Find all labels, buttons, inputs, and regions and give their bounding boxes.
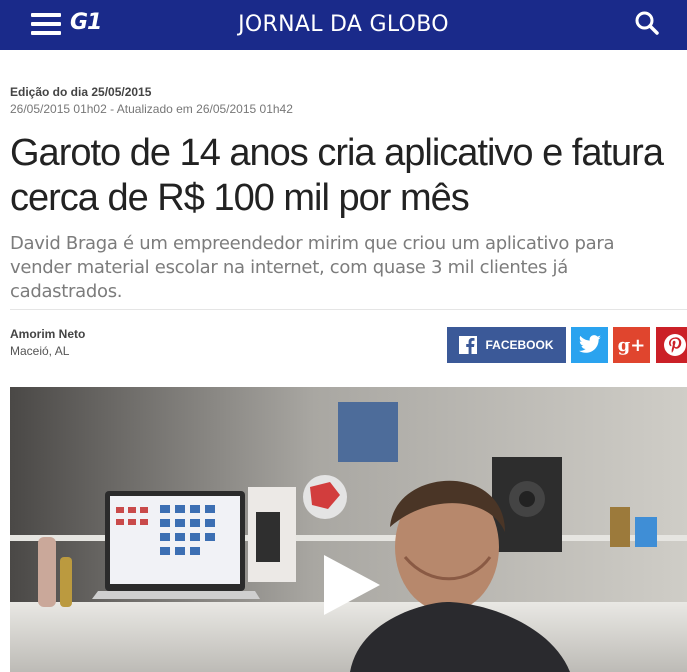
facebook-share-button[interactable]: FACEBOOK bbox=[447, 327, 566, 363]
top-bar: G1 JORNAL DA GLOBO bbox=[0, 0, 687, 50]
googleplus-icon: g+ bbox=[617, 334, 646, 356]
section-title[interactable]: JORNAL DA GLOBO bbox=[0, 12, 687, 37]
author-name: Amorim Neto bbox=[10, 327, 86, 341]
video-thumbnail bbox=[10, 387, 687, 672]
pinterest-icon bbox=[663, 334, 686, 356]
divider bbox=[10, 309, 687, 310]
googleplus-share-button[interactable]: g+ bbox=[613, 327, 650, 363]
search-icon[interactable] bbox=[634, 10, 660, 36]
video-player[interactable] bbox=[10, 387, 687, 672]
facebook-share-label: FACEBOOK bbox=[485, 338, 554, 352]
article-subtitle: David Braga é um empreendedor mirim que … bbox=[10, 233, 615, 302]
pinterest-share-button[interactable] bbox=[656, 327, 687, 363]
edition-date: Edição do dia 25/05/2015 bbox=[10, 85, 152, 99]
publish-dates: 26/05/2015 01h02 - Atualizado em 26/05/2… bbox=[10, 102, 293, 116]
facebook-icon bbox=[459, 336, 478, 354]
twitter-icon bbox=[578, 335, 601, 353]
author-location: Maceió, AL bbox=[10, 344, 70, 358]
twitter-share-button[interactable] bbox=[571, 327, 608, 363]
article-headline: Garoto de 14 anos cria aplicativo e fatu… bbox=[10, 132, 664, 219]
play-icon[interactable] bbox=[322, 555, 382, 615]
